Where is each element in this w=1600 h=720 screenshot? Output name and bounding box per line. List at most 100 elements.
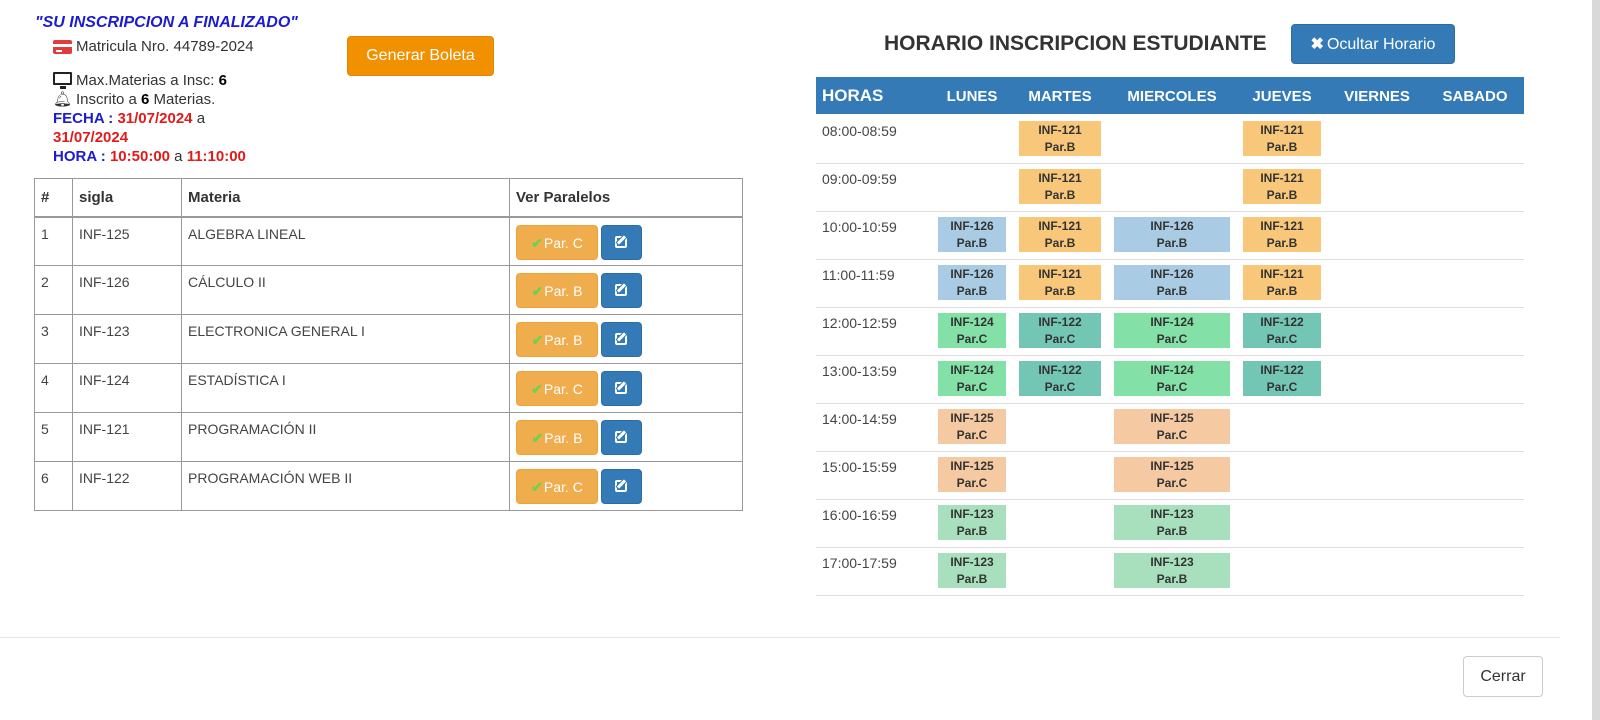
schedule-course-block: INF-121 Par.B (1243, 121, 1321, 156)
schedule-course-paralelo: Par.C (956, 476, 988, 490)
row-sigla: INF-123 (72, 314, 182, 364)
schedule-header: HORAS LUNES MARTES MIERCOLES JUEVES VIERNES S… (816, 77, 1524, 114)
schedule-course-paralelo: Par.B (1156, 284, 1188, 298)
edit-paralelo-button[interactable] (601, 469, 642, 504)
schedule-course-code: INF-126 (950, 219, 994, 233)
header-materia: Materia (181, 178, 510, 218)
row-number: 3 (34, 314, 73, 364)
schedule-course-paralelo: Par.B (1266, 140, 1298, 154)
schedule-row: 08:00-08:59 INF-121 Par.B INF-121 Par.B (816, 116, 1524, 164)
schedule-course-block: INF-122 Par.C (1019, 361, 1101, 396)
header-num: # (34, 178, 73, 218)
schedule-course-paralelo: Par.B (1156, 236, 1188, 250)
table-row: 6 INF-122 PROGRAMACIÓN WEB II ✔Par. C (34, 461, 743, 511)
schedule-course-paralelo: Par.C (1266, 380, 1298, 394)
schedule-course-paralelo: Par.B (956, 572, 988, 586)
schedule-row: 14:00-14:59 INF-125 Par.C INF-125 Par.C (816, 404, 1524, 452)
row-materia: PROGRAMACIÓN WEB II (181, 461, 510, 511)
edit-icon (615, 382, 627, 394)
row-number: 6 (34, 461, 73, 511)
schedule-course-paralelo: Par.B (1044, 284, 1076, 298)
schedule-course-code: INF-121 (1038, 267, 1082, 281)
edit-paralelo-button[interactable] (601, 224, 642, 260)
cerrar-button[interactable]: Cerrar (1463, 656, 1543, 697)
matricula-line: Matricula Nro. 44789-2024 (53, 38, 254, 55)
edit-paralelo-button[interactable] (601, 371, 642, 406)
schedule-time: 17:00-17:59 (822, 555, 897, 571)
ocultar-horario-button[interactable]: ✖ Ocultar Horario (1291, 24, 1455, 64)
paralelo-label: Par. B (544, 332, 583, 348)
schedule-course-block: INF-125 Par.C (938, 409, 1006, 444)
max-materias-label: Max.Materias a Insc: (76, 72, 215, 89)
schedule-course-code: INF-122 (1260, 315, 1304, 329)
schedule-course-code: INF-124 (950, 315, 994, 329)
schedule-course-block: INF-126 Par.B (938, 217, 1006, 252)
paralelo-label: Par. C (543, 381, 583, 397)
row-sigla: INF-125 (72, 216, 182, 266)
paralelo-button[interactable]: ✔Par. B (516, 273, 598, 308)
schedule-course-paralelo: Par.C (956, 332, 988, 346)
schedule-course-code: INF-121 (1038, 171, 1082, 185)
schedule-course-block: INF-124 Par.C (1114, 313, 1230, 348)
edit-icon (615, 431, 627, 443)
paralelo-button[interactable]: ✔Par. B (516, 322, 598, 357)
row-sigla: INF-122 (72, 461, 182, 511)
row-actions: ✔Par. C (509, 363, 743, 413)
check-icon: ✔ (531, 479, 543, 495)
schedule-time: 14:00-14:59 (822, 411, 897, 427)
paralelo-button[interactable]: ✔Par. B (516, 420, 598, 455)
paralelo-button[interactable]: ✔Par. C (516, 371, 598, 406)
schedule-row: 13:00-13:59 INF-124 Par.C INF-122 Par.C INF-1… (816, 356, 1524, 404)
schedule-course-paralelo: Par.C (956, 380, 988, 394)
schedule-course-block: INF-121 Par.B (1019, 217, 1101, 252)
header-ver-paralelos: Ver Paralelos (509, 178, 743, 218)
schedule-course-code: INF-123 (1150, 555, 1194, 569)
schedule-course-code: INF-126 (1150, 267, 1194, 281)
matricula-number: 44789-2024 (173, 38, 254, 55)
page-scrollbar[interactable] (1592, 0, 1600, 720)
schedule-time: 10:00-10:59 (822, 219, 897, 235)
inscrito-value: 6 (141, 91, 150, 108)
fecha-inicio: 31/07/2024 (117, 110, 193, 127)
schedule-course-code: INF-122 (1260, 363, 1304, 377)
row-actions: ✔Par. C (509, 461, 743, 511)
inscrito-suffix: Materias. (153, 91, 216, 108)
schedule-course-paralelo: Par.B (1156, 572, 1188, 586)
row-actions: ✔Par. B (509, 314, 743, 364)
schedule-course-paralelo: Par.B (1044, 188, 1076, 202)
schedule-course-paralelo: Par.B (956, 236, 988, 250)
paralelo-button[interactable]: ✔Par. C (516, 469, 598, 504)
schedule-course-code: INF-125 (950, 459, 994, 473)
schedule-course-paralelo: Par.C (1156, 476, 1188, 490)
fecha-line: FECHA : 31/07/2024 a (53, 110, 205, 127)
schedule-course-block: INF-121 Par.B (1019, 169, 1101, 204)
schedule-row: 12:00-12:59 INF-124 Par.C INF-122 Par.C INF-1… (816, 308, 1524, 356)
row-materia: ESTADÍSTICA I (181, 363, 510, 413)
edit-paralelo-button[interactable] (601, 322, 642, 357)
schedule-course-block: INF-121 Par.B (1243, 217, 1321, 252)
row-actions: ✔Par. B (509, 412, 743, 462)
schedule-time: 15:00-15:59 (822, 459, 897, 475)
schedule-time: 16:00-16:59 (822, 507, 897, 523)
row-sigla: INF-121 (72, 412, 182, 462)
paralelo-label: Par. C (543, 234, 583, 251)
paralelo-label: Par. B (544, 283, 583, 299)
edit-paralelo-button[interactable] (601, 273, 642, 308)
row-number: 2 (34, 265, 73, 315)
table-row: 2 INF-126 CÁLCULO II ✔Par. B (34, 265, 743, 315)
schedule-course-paralelo: Par.B (1266, 284, 1298, 298)
check-icon: ✔ (531, 430, 544, 446)
schedule-time: 13:00-13:59 (822, 363, 897, 379)
schedule-course-paralelo: Par.C (1156, 332, 1188, 346)
schedule-row: 09:00-09:59 INF-121 Par.B INF-121 Par.B (816, 164, 1524, 212)
schedule-course-paralelo: Par.B (1156, 524, 1188, 538)
schedule-course-code: INF-124 (1150, 363, 1194, 377)
generar-boleta-button[interactable]: Generar Boleta (347, 36, 494, 76)
schedule-day-header: MARTES (1028, 88, 1092, 105)
paralelo-button[interactable]: ✔Par. C (516, 224, 598, 260)
schedule-course-block: INF-123 Par.B (938, 505, 1006, 540)
schedule-course-paralelo: Par.C (1156, 380, 1188, 394)
table-row: 5 INF-121 PROGRAMACIÓN II ✔Par. B (34, 412, 743, 462)
schedule-course-block: INF-126 Par.B (1114, 265, 1230, 300)
edit-paralelo-button[interactable] (601, 420, 642, 455)
